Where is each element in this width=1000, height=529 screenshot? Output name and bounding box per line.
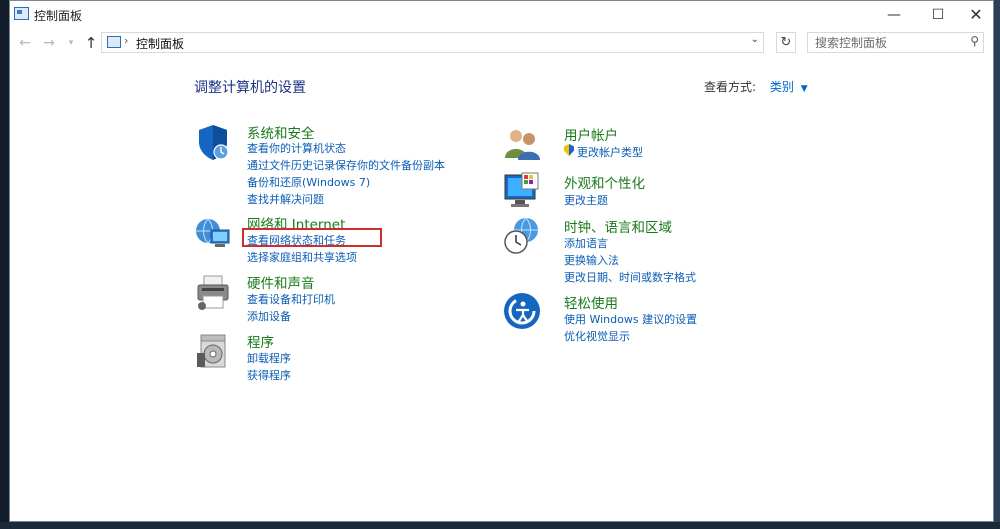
link-change-date-time-format[interactable]: 更改日期、时间或数字格式 xyxy=(564,269,696,285)
category-title[interactable]: 硬件和声音 xyxy=(247,272,315,292)
address-bar[interactable]: › 控制面板 ⌄ xyxy=(101,32,764,53)
link-optimize-visual-display[interactable]: 优化视觉显示 xyxy=(564,328,630,344)
desktop-bottom-edge xyxy=(0,522,1000,529)
category-title[interactable]: 用户帐户 xyxy=(564,124,618,144)
view-by-dropdown[interactable]: 类别 xyxy=(770,80,794,94)
users-icon[interactable] xyxy=(502,124,542,164)
link-change-input-method[interactable]: 更换输入法 xyxy=(564,252,619,268)
search-input[interactable] xyxy=(808,33,965,52)
chevron-down-icon[interactable]: ▼ xyxy=(801,84,808,94)
refresh-icon: ↻ xyxy=(780,35,792,50)
view-by-control: 查看方式: 类别 ▼ xyxy=(704,78,808,95)
link-backup-restore[interactable]: 备份和还原(Windows 7) xyxy=(247,174,370,190)
back-arrow-icon: ← xyxy=(19,35,31,51)
link-file-history-backup[interactable]: 通过文件历史记录保存你的文件备份副本 xyxy=(247,157,445,173)
control-panel-window: 控制面板 — ☐ ✕ ← → ▾ ↑ › 控制面板 ⌄ ↻ ⚲ 调整计算机的设置… xyxy=(9,0,994,522)
close-icon: ✕ xyxy=(969,5,983,24)
link-change-account-type[interactable]: 更改帐户类型 xyxy=(577,144,643,160)
link-recommended-settings[interactable]: 使用 Windows 建议的设置 xyxy=(564,311,697,327)
category-title[interactable]: 程序 xyxy=(247,331,274,351)
link-change-theme[interactable]: 更改主题 xyxy=(564,192,608,208)
appearance-monitor-icon[interactable] xyxy=(502,171,542,211)
link-add-device[interactable]: 添加设备 xyxy=(247,308,291,324)
category-title[interactable]: 时钟、语言和区域 xyxy=(564,216,672,236)
link-add-language[interactable]: 添加语言 xyxy=(564,235,608,251)
forward-arrow-icon: → xyxy=(43,35,55,51)
minimize-button[interactable]: — xyxy=(872,1,916,29)
link-devices-printers[interactable]: 查看设备和打印机 xyxy=(247,291,335,307)
link-homegroup-sharing[interactable]: 选择家庭组和共享选项 xyxy=(247,249,357,265)
ease-of-access-icon[interactable] xyxy=(502,291,542,331)
programs-disc-icon[interactable] xyxy=(193,331,233,371)
up-button[interactable]: ↑ xyxy=(82,33,100,53)
maximize-icon: ☐ xyxy=(931,7,945,23)
printer-icon[interactable] xyxy=(193,272,233,312)
category-title[interactable]: 轻松使用 xyxy=(564,292,618,312)
highlight-box xyxy=(242,228,382,247)
title-bar: 控制面板 — ☐ ✕ xyxy=(10,1,993,29)
refresh-button[interactable]: ↻ xyxy=(776,32,796,53)
breadcrumb-chevron-icon[interactable]: › xyxy=(124,34,128,47)
desktop-right-edge xyxy=(994,0,1000,522)
forward-button[interactable]: → xyxy=(40,33,58,53)
clock-globe-icon[interactable] xyxy=(502,216,542,256)
view-by-label: 查看方式: xyxy=(704,80,757,94)
link-get-programs[interactable]: 获得程序 xyxy=(247,367,291,383)
uac-shield-icon xyxy=(564,144,574,156)
minimize-icon: — xyxy=(887,7,901,23)
control-panel-icon xyxy=(14,7,29,20)
link-uninstall-program[interactable]: 卸载程序 xyxy=(247,350,291,366)
desktop-left-edge xyxy=(0,0,9,529)
up-arrow-icon: ↑ xyxy=(84,34,98,52)
page-title: 调整计算机的设置 xyxy=(194,80,306,96)
navigation-bar: ← → ▾ ↑ › 控制面板 ⌄ ↻ ⚲ xyxy=(10,31,993,55)
search-box[interactable]: ⚲ xyxy=(807,32,984,53)
network-globe-icon[interactable] xyxy=(193,213,233,253)
search-icon[interactable]: ⚲ xyxy=(970,34,979,48)
category-title[interactable]: 外观和个性化 xyxy=(564,172,645,192)
chevron-down-icon: ▾ xyxy=(68,38,74,48)
window-title: 控制面板 xyxy=(34,9,83,23)
category-title[interactable]: 系统和安全 xyxy=(247,122,315,142)
link-troubleshoot[interactable]: 查找并解决问题 xyxy=(247,191,324,207)
control-panel-icon xyxy=(107,36,121,48)
link-view-computer-status[interactable]: 查看你的计算机状态 xyxy=(247,140,346,156)
breadcrumb-control-panel[interactable]: 控制面板 xyxy=(136,35,184,52)
back-button[interactable]: ← xyxy=(16,33,34,53)
recent-locations-button[interactable]: ▾ xyxy=(62,33,80,53)
security-shield-icon[interactable] xyxy=(193,122,233,162)
address-dropdown-icon[interactable]: ⌄ xyxy=(751,34,759,45)
close-button[interactable]: ✕ xyxy=(954,1,998,29)
